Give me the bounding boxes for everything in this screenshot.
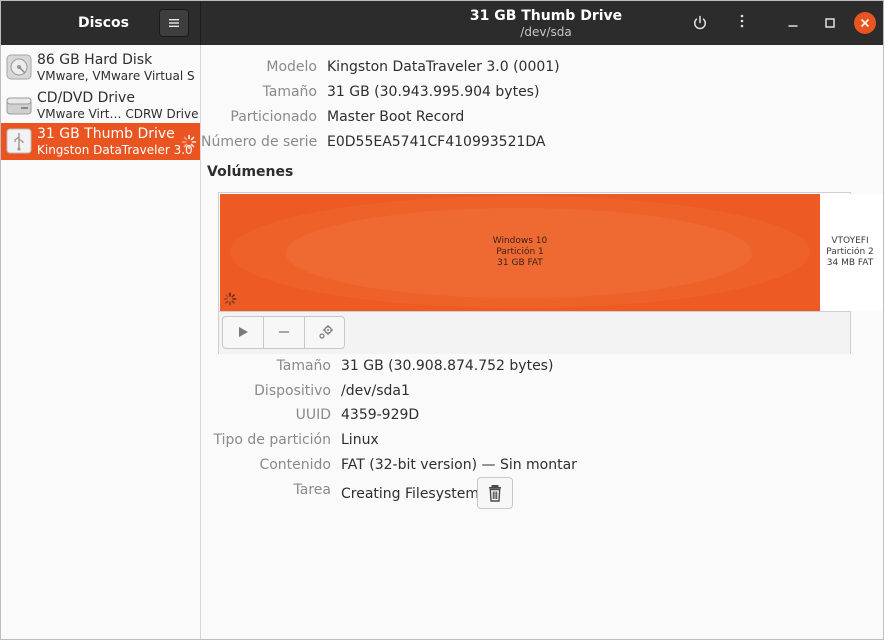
volumes-heading: Volúmenes	[207, 164, 294, 180]
minus-icon	[279, 331, 289, 333]
hard-disk-icon	[6, 54, 32, 80]
partition-info: 34 MB FAT	[826, 258, 874, 268]
usb-drive-icon	[6, 128, 32, 154]
partitioning-label: Particionado	[230, 109, 317, 125]
hamburger-icon	[169, 19, 179, 27]
mount-button[interactable]	[223, 317, 264, 348]
drive-name: CD/DVD Drive	[37, 90, 135, 106]
drive-name: 86 GB Hard Disk	[37, 52, 153, 68]
partitioning-value: Master Boot Record	[327, 109, 465, 125]
task-label: Tarea	[293, 482, 331, 498]
contents-label: Contenido	[259, 457, 331, 473]
app-title: Discos	[78, 15, 130, 31]
partition-name: Windows 10	[492, 236, 548, 246]
drive-model: VMware, VMware Virtual S	[37, 69, 195, 83]
serial-label: Número de serie	[201, 134, 318, 150]
partition-size-value: 31 GB (30.908.874.752 bytes)	[341, 358, 554, 374]
close-button[interactable]	[854, 12, 876, 34]
drive-model: Kingston DataTraveler 3.0	[37, 143, 193, 157]
trash-icon	[489, 485, 501, 502]
window-subtitle: /dev/sda	[520, 25, 572, 39]
uuid-value: 4359-929D	[341, 407, 420, 423]
volume-toolbar	[219, 311, 850, 354]
sidebar-header: Discos	[1, 1, 201, 45]
minimize-icon[interactable]	[786, 14, 800, 32]
device-label: Dispositivo	[254, 383, 331, 399]
delete-partition-button[interactable]	[264, 317, 305, 348]
drive-details-panel: Modelo Kingston DataTraveler 3.0 (0001) …	[201, 45, 883, 639]
optical-drive-icon	[6, 97, 32, 115]
busy-spinner-icon	[223, 292, 237, 306]
partition-number: Partición 1	[496, 247, 544, 257]
disks-window: Discos 31 GB Thumb Drive /dev/sda 86 GB …	[0, 0, 884, 640]
drive-item-cd-dvd[interactable]: CD/DVD Drive VMware Virt… CDRW Drive	[1, 87, 200, 124]
power-off-icon[interactable]	[691, 14, 709, 32]
play-icon	[239, 327, 248, 337]
model-value: Kingston DataTraveler 3.0 (0001)	[327, 59, 560, 75]
partition-1-block[interactable]: Windows 10 Partición 1 31 GB FAT	[220, 194, 820, 311]
partition-options-button[interactable]	[305, 317, 346, 348]
partition-size-label: Tamaño	[276, 358, 331, 374]
partition-2-block[interactable]: VTOYEFI Partición 2 34 MB FAT	[821, 194, 883, 311]
task-value: Creating Filesystem	[341, 486, 480, 502]
busy-spinner-icon	[181, 134, 197, 150]
gears-icon	[318, 325, 333, 339]
partition-1-label: Windows 10 Partición 1 31 GB FAT	[220, 236, 820, 269]
cancel-task-button[interactable]	[477, 477, 513, 509]
partition-number: Partición 2	[826, 247, 874, 257]
window-title-area: 31 GB Thumb Drive /dev/sda	[401, 7, 691, 40]
header-bar: Discos 31 GB Thumb Drive /dev/sda	[1, 1, 883, 45]
device-value: /dev/sda1	[341, 383, 410, 399]
size-value: 31 GB (30.943.995.904 bytes)	[327, 84, 540, 100]
partition-type-value: Linux	[341, 432, 379, 448]
drive-item-hard-disk[interactable]: 86 GB Hard Disk VMware, VMware Virtual S	[1, 49, 200, 86]
drive-options-kebab-icon[interactable]	[734, 14, 750, 32]
hamburger-menu-button[interactable]	[159, 9, 189, 37]
partition-type-label: Tipo de partición	[213, 432, 332, 448]
volumes-map: Windows 10 Partición 1 31 GB FAT VTOYEFI…	[218, 192, 883, 354]
close-icon	[860, 18, 870, 28]
drive-item-thumb-drive[interactable]: 31 GB Thumb Drive Kingston DataTraveler …	[1, 123, 200, 160]
serial-value: E0D55EA5741CF410993521DA	[327, 134, 546, 150]
maximize-icon[interactable]	[823, 14, 837, 32]
volume-actions-group	[222, 316, 345, 349]
partition-info: 31 GB FAT	[497, 258, 543, 268]
model-label: Modelo	[266, 59, 317, 75]
contents-value: FAT (32-bit version) — Sin montar	[341, 457, 577, 473]
partition-name: VTOYEFI	[831, 236, 869, 246]
size-label: Tamaño	[262, 84, 317, 100]
drive-model: VMware Virt… CDRW Drive	[37, 107, 199, 121]
drive-list-sidebar: 86 GB Hard Disk VMware, VMware Virtual S…	[1, 45, 201, 639]
uuid-label: UUID	[295, 407, 331, 423]
window-title: 31 GB Thumb Drive	[469, 8, 623, 24]
drive-name: 31 GB Thumb Drive	[37, 126, 175, 142]
partition-2-label: VTOYEFI Partición 2 34 MB FAT	[821, 236, 879, 269]
